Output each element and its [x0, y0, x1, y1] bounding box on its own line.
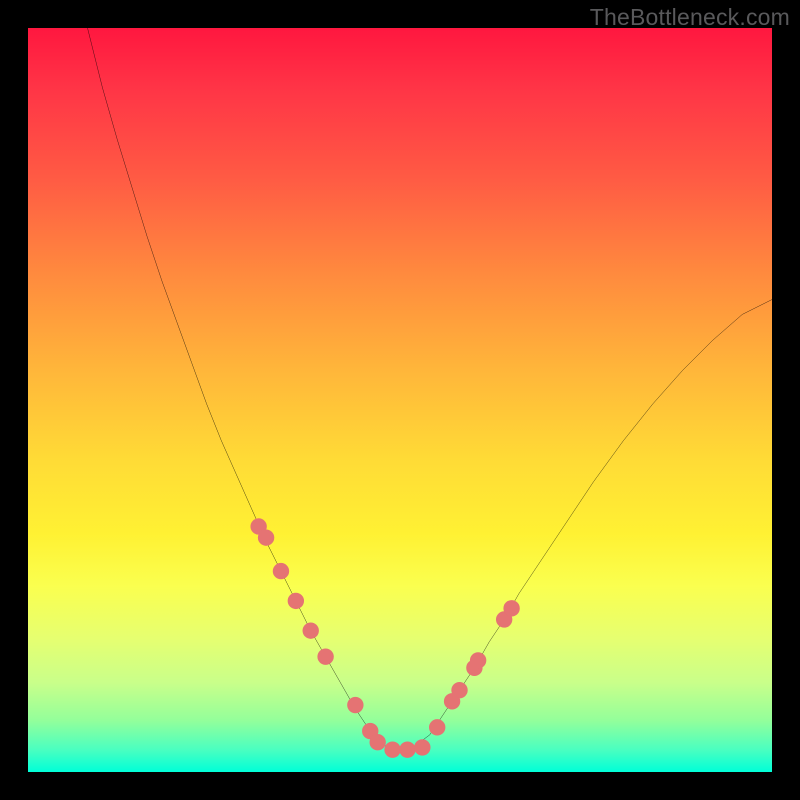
marker-point — [303, 622, 319, 638]
chart-plot-area — [28, 28, 772, 772]
marker-point — [470, 652, 486, 668]
marker-point — [414, 739, 430, 755]
marker-point — [362, 723, 378, 739]
marker-point — [496, 611, 512, 627]
bottleneck-curve — [28, 28, 772, 772]
marker-point — [503, 600, 519, 616]
marker-point — [369, 734, 385, 750]
marker-point — [399, 741, 415, 757]
watermark-text: TheBottleneck.com — [590, 4, 790, 31]
marker-point — [273, 563, 289, 579]
marker-point — [451, 682, 467, 698]
marker-point — [444, 693, 460, 709]
sample-markers — [28, 28, 772, 772]
marker-point — [317, 648, 333, 664]
marker-point — [384, 741, 400, 757]
chart-frame: TheBottleneck.com — [0, 0, 800, 800]
marker-point — [258, 529, 274, 545]
marker-point — [347, 697, 363, 713]
marker-point — [250, 518, 266, 534]
marker-point — [429, 719, 445, 735]
marker-point — [288, 593, 304, 609]
marker-point — [466, 660, 482, 676]
